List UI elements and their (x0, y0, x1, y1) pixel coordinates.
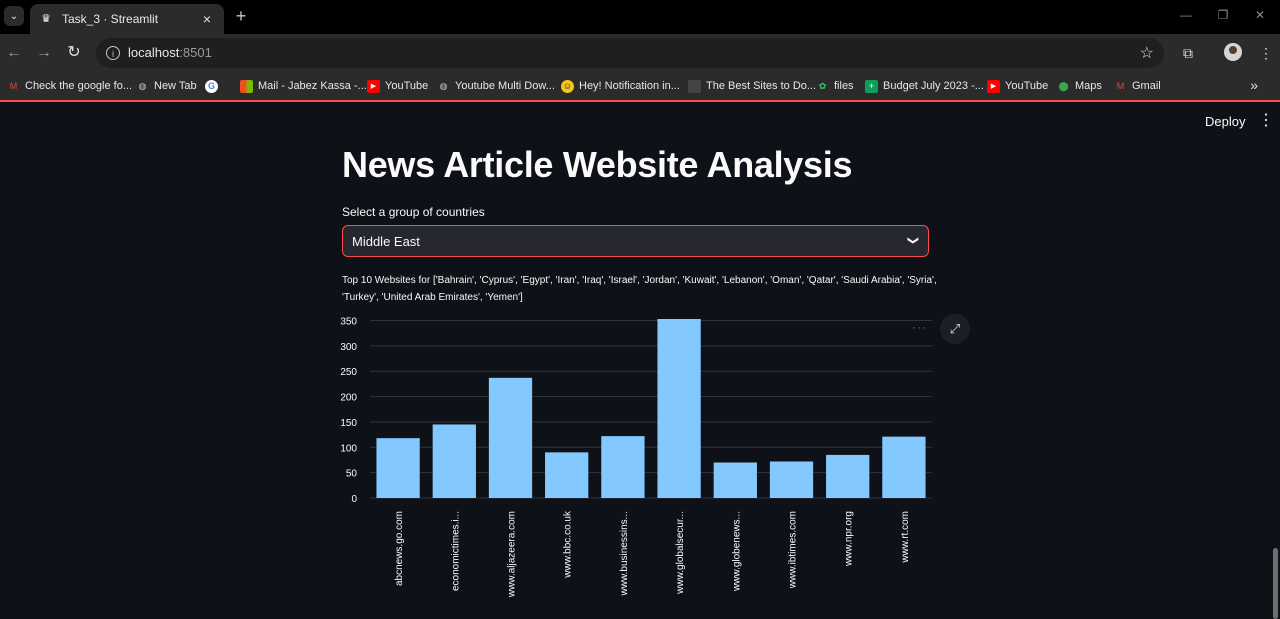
fullscreen-icon[interactable]: ⤢ (940, 314, 970, 344)
x-tick-label: www.bbc.co.uk (563, 510, 574, 579)
y-tick-label: 200 (340, 393, 357, 404)
maps-icon: ⬤ (1058, 80, 1069, 91)
google-icon: G (205, 79, 218, 93)
chevron-down-icon: ❯ (906, 235, 919, 246)
reload-icon[interactable]: ↻ (64, 43, 84, 63)
x-tick-label: www.rt.com (900, 511, 911, 564)
bookmark-item[interactable]: + Budget July 2023 -... (865, 77, 984, 95)
x-tick-label: www.globenews... (731, 511, 742, 592)
bookmark-item[interactable]: M Check the google fo... (7, 77, 132, 95)
tab-search-chevron-icon[interactable]: ⌄ (4, 6, 24, 26)
browser-toolbar: ← → ↻ i localhost:8501 ☆ ⧉ ⋮ (0, 34, 1280, 72)
bookmark-item[interactable]: ▶ YouTube (367, 77, 428, 95)
microsoft-icon (240, 79, 253, 93)
bookmark-item[interactable]: ◍ New Tab (136, 77, 197, 95)
bookmark-item[interactable]: ⬤ Maps (1057, 77, 1101, 95)
x-tick-label: www.businessins... (619, 511, 630, 596)
bookmarks-bar: M Check the google fo... ◍ New Tab G Mail … (0, 72, 1280, 102)
sheets-icon: + (865, 79, 878, 93)
deploy-button[interactable]: Deploy (1205, 114, 1245, 129)
streamlit-crown-icon: ♛ (41, 13, 51, 25)
extensions-puzzle-icon[interactable]: ⧉ (1178, 43, 1198, 63)
scrollbar-thumb[interactable] (1273, 548, 1278, 619)
browser-menu-icon[interactable]: ⋮ (1256, 43, 1276, 63)
bar (713, 462, 757, 498)
page-icon (688, 79, 701, 93)
bar (376, 438, 420, 498)
tab-title: Task_3 · Streamlit (62, 12, 159, 26)
y-tick-label: 100 (340, 443, 357, 454)
bar (488, 377, 533, 498)
y-tick-label: 250 (340, 367, 357, 378)
select-value: Middle East (352, 234, 420, 249)
gmail-icon: M (9, 80, 18, 91)
bookmark-item[interactable]: ✿ files (816, 77, 854, 95)
y-tick-label: 300 (340, 342, 357, 353)
x-tick-label: www.aljazeera.com (507, 511, 518, 598)
minimize-icon[interactable]: — (1179, 8, 1193, 22)
browser-tab[interactable]: ♛ Task_3 · Streamlit × (30, 4, 224, 34)
x-tick-label: www.ibtimes.com (788, 511, 799, 589)
y-tick-label: 50 (346, 469, 358, 480)
bar (432, 424, 476, 498)
bookmark-item[interactable]: ▶ YouTube (987, 77, 1048, 95)
bookmark-item[interactable]: M Gmail (1114, 77, 1161, 95)
profile-avatar[interactable] (1224, 43, 1242, 61)
restore-icon[interactable]: ❐ (1216, 8, 1230, 22)
bar (545, 452, 589, 498)
chart-title: Top 10 Websites for ['Bahrain', 'Cyprus'… (342, 275, 937, 303)
bar (657, 319, 701, 498)
address-bar[interactable]: i localhost:8501 ☆ (96, 38, 1164, 68)
bar (769, 461, 814, 498)
youtube-icon: ▶ (367, 79, 380, 93)
chart-options-icon[interactable]: ··· (912, 320, 927, 334)
globe-icon: ◍ (138, 80, 147, 91)
y-tick-label: 350 (340, 317, 357, 328)
gmail-icon: M (1116, 80, 1125, 91)
globe-icon: ◍ (439, 80, 448, 91)
files-icon: ✿ (818, 80, 827, 91)
new-tab-plus-icon[interactable]: + (232, 6, 250, 26)
more-bookmarks-icon[interactable]: » (1250, 77, 1258, 93)
x-tick-label: economictimes.i... (450, 511, 461, 591)
select-label: Select a group of countries (342, 205, 485, 219)
close-tab-icon[interactable]: × (198, 10, 216, 28)
bookmark-star-icon[interactable]: ☆ (1140, 43, 1154, 63)
x-tick-label: www.npr.org (844, 511, 855, 567)
bookmark-item[interactable]: Mail - Jabez Kassa -... (240, 77, 367, 95)
app-menu-icon[interactable]: ⋮ (1258, 110, 1274, 130)
close-window-icon[interactable]: ✕ (1253, 8, 1267, 22)
bookmark-item[interactable]: ☺ Hey! Notification in... (561, 77, 680, 95)
x-tick-label: www.globalsecur... (675, 511, 686, 595)
bookmark-item[interactable]: G (205, 77, 223, 95)
y-tick-label: 150 (340, 418, 357, 429)
youtube-icon: ▶ (987, 79, 1000, 93)
url-text: localhost:8501 (128, 45, 212, 60)
page-title: News Article Website Analysis (342, 144, 853, 185)
forward-arrow-icon[interactable]: → (34, 43, 54, 63)
bookmark-item[interactable]: The Best Sites to Do... (688, 77, 816, 95)
bar (826, 454, 870, 498)
bar (601, 436, 645, 498)
x-tick-label: abcnews.go.com (394, 511, 405, 586)
browser-tab-bar: ⌄ ♛ Task_3 · Streamlit × + — ❐ ✕ (0, 0, 1280, 34)
country-group-select[interactable]: Middle East ❯ (342, 225, 929, 257)
bar (882, 436, 926, 498)
y-tick-label: 0 (351, 494, 357, 505)
notification-icon: ☺ (561, 79, 574, 93)
site-info-icon[interactable]: i (106, 46, 120, 60)
bookmark-item[interactable]: ◍ Youtube Multi Dow... (437, 77, 555, 95)
back-arrow-icon[interactable]: ← (4, 43, 24, 63)
